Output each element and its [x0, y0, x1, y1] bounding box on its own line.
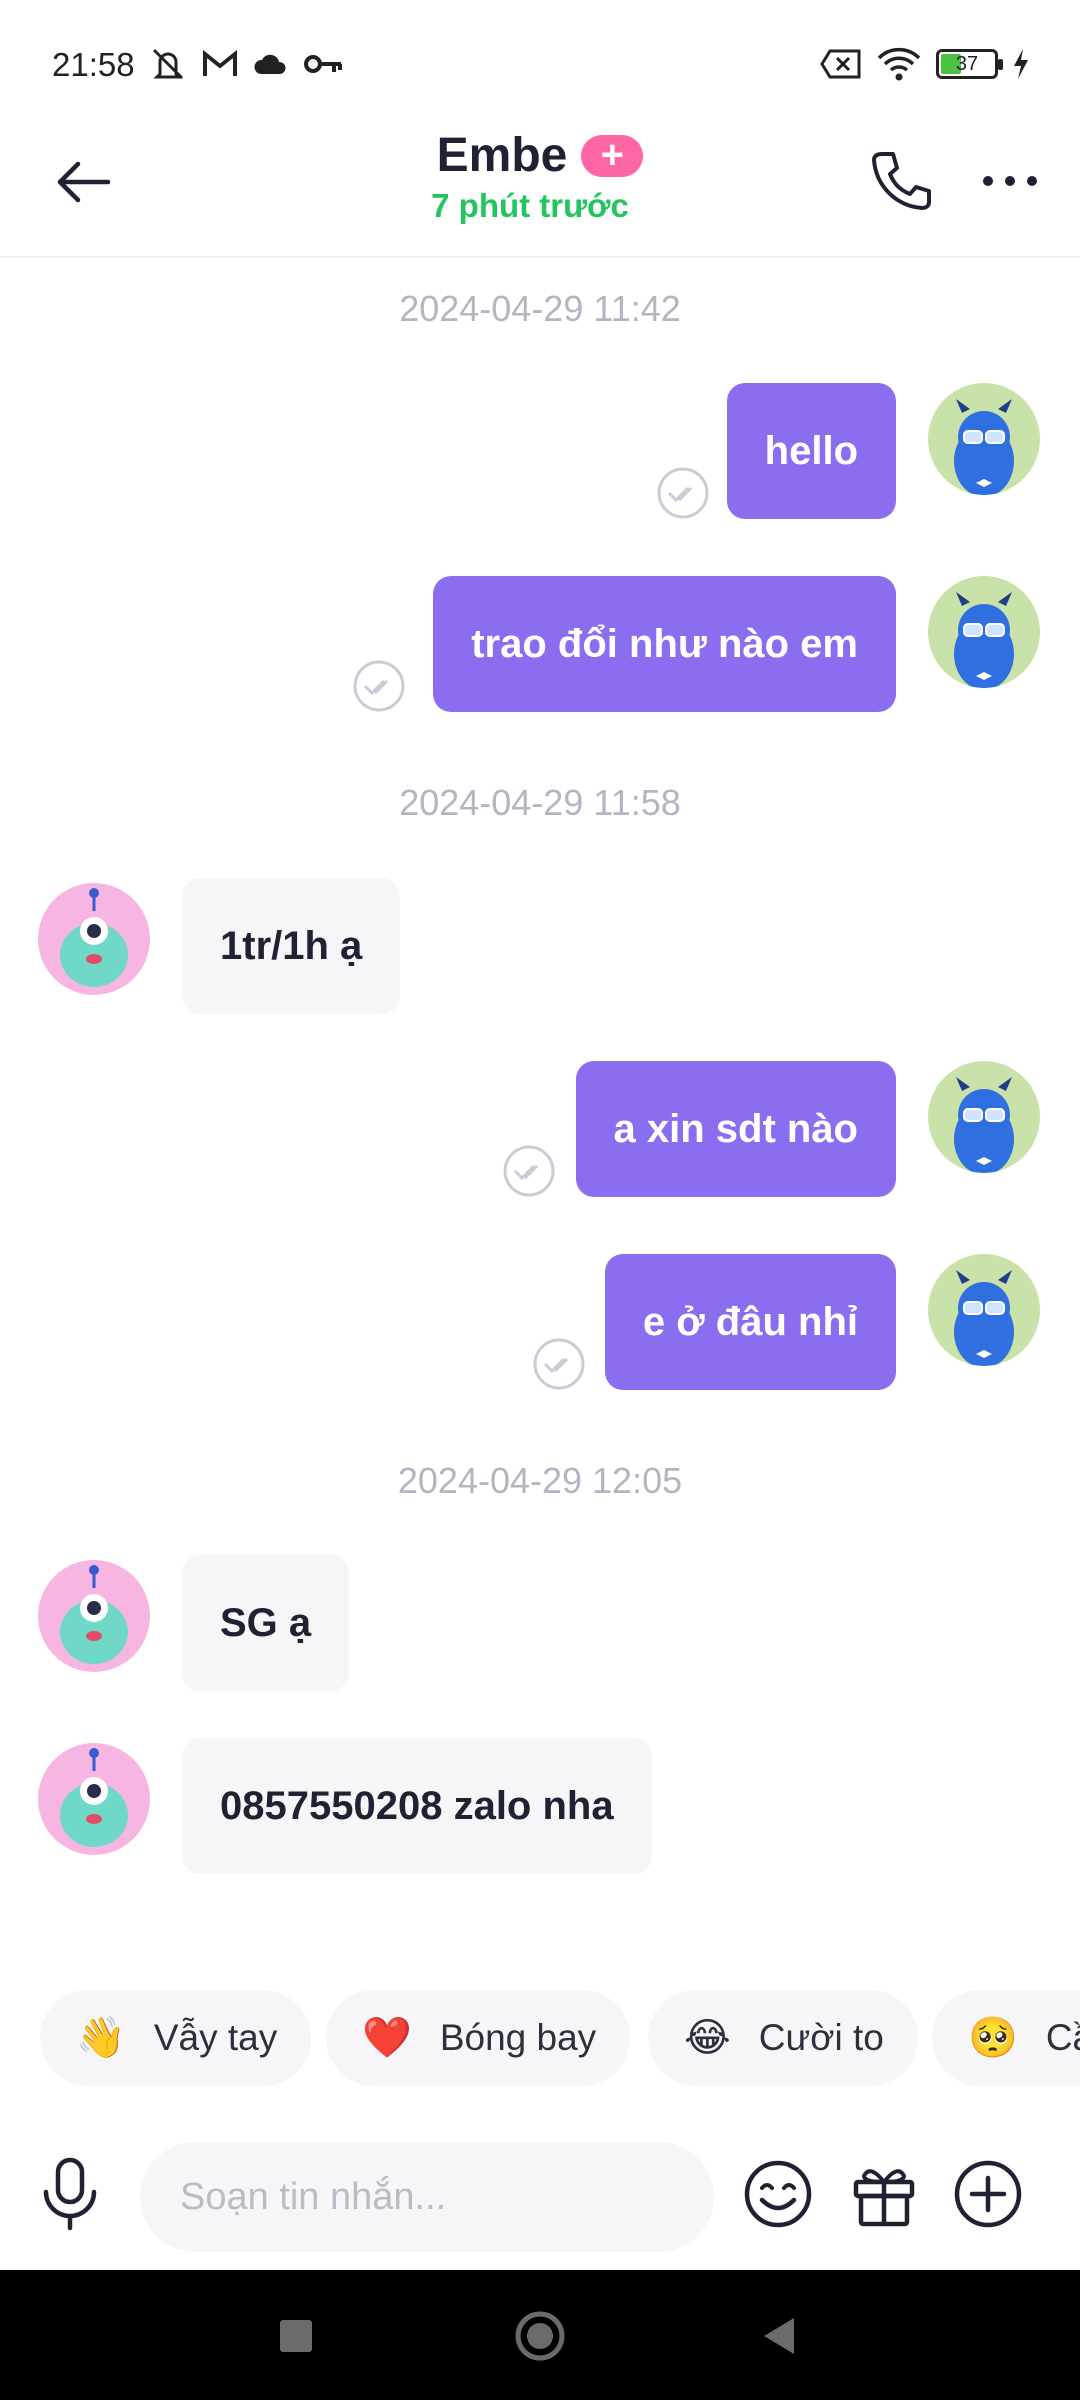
status-bar: 21:58 37 — [0, 0, 1080, 120]
status-time: 21:58 — [52, 46, 135, 83]
reaction-chip-balloon[interactable]: ❤️ Bóng bay — [326, 1990, 631, 2086]
message-list[interactable]: 2024-04-29 11:42 hello trao đổi như nào … — [0, 260, 1080, 1960]
heart-icon: ❤️ — [362, 2016, 412, 2060]
reaction-label: Vẫy tay — [153, 2017, 278, 2058]
pleading-face-icon: 🥺 — [968, 2016, 1018, 2060]
composer-bar — [0, 2120, 1080, 2270]
reaction-chip-plead[interactable]: 🥺 Cầ — [932, 1990, 1080, 2086]
quick-reactions-bar[interactable]: 👋 Vẫy tay ❤️ Bóng bay 😂 Cười to 🥺 Cầ — [0, 1990, 1080, 2090]
back-nav-icon[interactable] — [756, 2312, 804, 2360]
incoming-message[interactable]: SG ạ — [182, 1555, 350, 1691]
battery-icon: 37 — [936, 49, 1003, 79]
gmail-icon — [203, 49, 237, 76]
my-avatar[interactable] — [928, 576, 1040, 688]
contact-avatar[interactable] — [38, 883, 150, 995]
reaction-chip-wave[interactable]: 👋 Vẫy tay — [40, 1990, 312, 2086]
chat-header: Embe + 7 phút trước — [0, 120, 1080, 258]
my-avatar[interactable] — [928, 383, 1040, 495]
microphone-icon[interactable] — [38, 2156, 102, 2232]
contact-avatar[interactable] — [38, 1743, 150, 1855]
key-icon — [304, 55, 342, 73]
no-sim-icon — [820, 49, 861, 79]
more-options-icon[interactable] — [978, 156, 1042, 206]
reaction-chip-laugh[interactable]: 😂 Cười to — [648, 1990, 918, 2086]
outgoing-message[interactable]: hello — [726, 383, 896, 519]
timestamp: 2024-04-29 11:42 — [399, 288, 681, 329]
laughing-face-icon: 😂 — [684, 2016, 731, 2060]
plus-badge: + — [581, 134, 644, 177]
outgoing-message[interactable]: trao đổi như nào em — [433, 576, 896, 712]
incoming-message[interactable]: 1tr/1h ạ — [182, 878, 401, 1014]
reaction-label: Bóng bay — [439, 2017, 597, 2058]
seen-check-icon — [353, 660, 405, 712]
recent-apps-icon[interactable] — [272, 2312, 320, 2360]
charging-icon — [1014, 49, 1028, 79]
seen-check-icon — [657, 467, 709, 519]
gift-icon[interactable] — [848, 2158, 920, 2230]
reaction-label: Cầ — [1045, 2017, 1080, 2058]
message-input[interactable] — [140, 2142, 714, 2252]
outgoing-message[interactable]: e ở đâu nhỉ — [604, 1254, 896, 1390]
system-navigation-bar — [0, 2270, 1080, 2400]
my-avatar[interactable] — [928, 1061, 1040, 1173]
contact-name: Embe — [436, 129, 568, 182]
contact-avatar[interactable] — [38, 1560, 150, 1672]
wifi-icon — [877, 47, 921, 81]
emoji-icon[interactable] — [742, 2158, 814, 2230]
timestamp: 2024-04-29 12:05 — [397, 1460, 683, 1501]
timestamp: 2024-04-29 11:58 — [399, 782, 681, 823]
outgoing-message[interactable]: a xin sdt nào — [575, 1061, 896, 1197]
incoming-message[interactable]: 0857550208 zalo nha — [182, 1738, 652, 1874]
reaction-label: Cười to — [758, 2017, 884, 2058]
seen-check-icon — [503, 1145, 555, 1197]
battery-level: 37 — [955, 53, 979, 75]
my-avatar[interactable] — [928, 1254, 1040, 1366]
phone-icon[interactable] — [866, 146, 936, 216]
seen-check-icon — [533, 1338, 585, 1390]
waving-hand-icon: 👋 — [76, 2016, 126, 2060]
mute-icon — [152, 48, 184, 80]
cloud-icon — [254, 54, 286, 74]
home-icon[interactable] — [514, 2310, 566, 2362]
add-icon[interactable] — [952, 2158, 1024, 2230]
